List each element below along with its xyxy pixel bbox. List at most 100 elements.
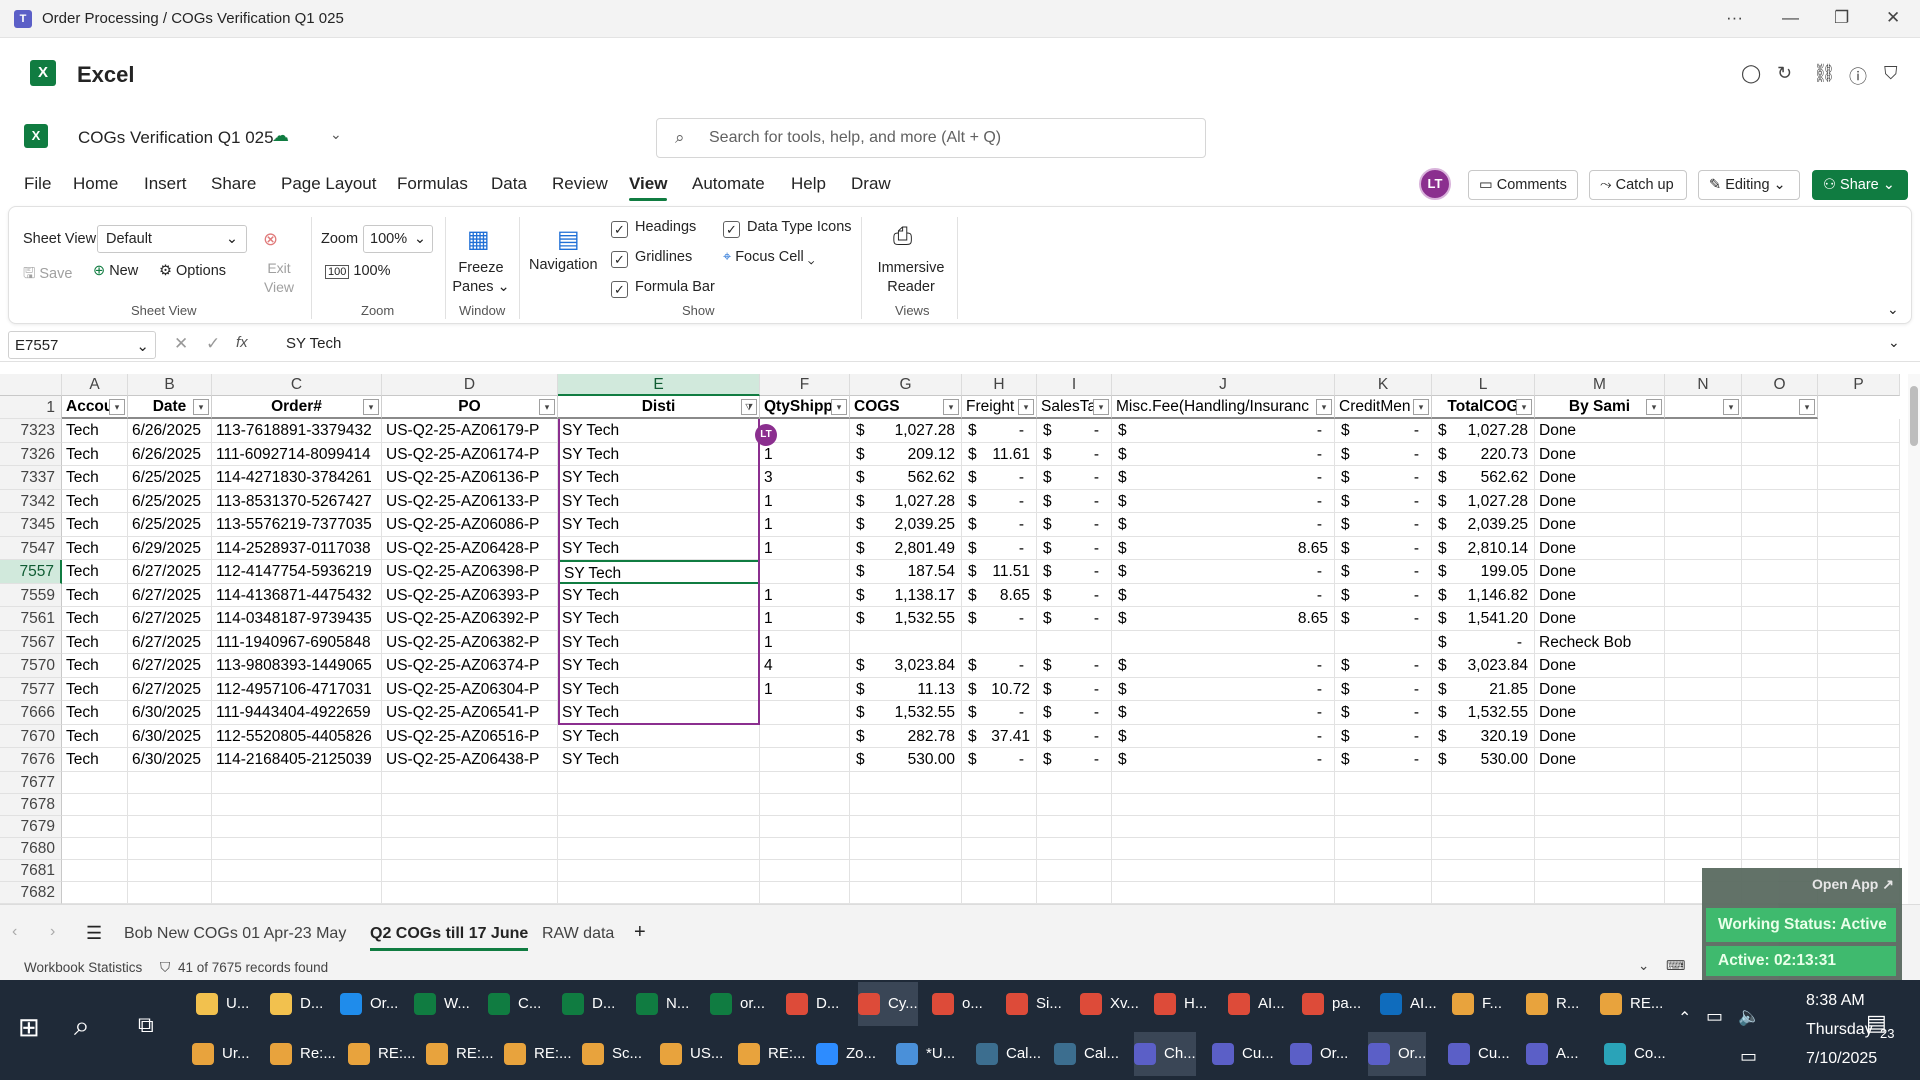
table-cell[interactable]: $ - <box>1112 560 1335 584</box>
table-cell[interactable]: $ - <box>1335 560 1432 584</box>
table-cell[interactable]: Recheck Bob <box>1535 631 1665 654</box>
filter-dropdown-icon[interactable]: ▾ <box>1316 399 1332 415</box>
table-cell[interactable] <box>1432 772 1535 794</box>
table-cell[interactable]: Tech <box>62 678 128 701</box>
table-cell[interactable] <box>1665 654 1742 678</box>
table-cell[interactable]: US-Q2-25-AZ06541-P <box>382 701 558 725</box>
table-cell[interactable] <box>1818 537 1900 560</box>
table-cell[interactable] <box>760 860 850 882</box>
table-cell[interactable]: Tech <box>62 490 128 513</box>
table-cell[interactable]: 1 <box>760 443 850 466</box>
name-box[interactable]: E7557 ⌄ <box>8 331 156 359</box>
close-button[interactable]: ✕ <box>1886 8 1900 28</box>
table-cell[interactable]: SY Tech <box>558 513 760 537</box>
table-cell[interactable]: $ - <box>1037 490 1112 513</box>
sheet-view-dropdown[interactable]: Default ⌄ <box>97 225 247 253</box>
taskbar-app[interactable]: Sc... <box>582 1032 642 1076</box>
table-cell[interactable] <box>1818 838 1900 860</box>
row-header[interactable]: 7567 <box>0 631 62 654</box>
table-cell[interactable]: 1 <box>760 490 850 513</box>
table-cell[interactable]: SY Tech <box>558 537 760 560</box>
menu-review[interactable]: Review <box>552 174 608 194</box>
row-header[interactable]: 7557 <box>0 560 62 584</box>
table-cell[interactable] <box>962 838 1037 860</box>
table-cell[interactable] <box>1665 607 1742 631</box>
table-cell[interactable] <box>558 816 760 838</box>
table-cell[interactable]: $1,532.55 <box>1432 701 1535 725</box>
table-cell[interactable]: US-Q2-25-AZ06398-P <box>382 560 558 584</box>
table-cell[interactable]: 114-4136871-4475432 <box>212 584 382 607</box>
table-cell[interactable] <box>962 860 1037 882</box>
table-cell[interactable] <box>1112 838 1335 860</box>
row-header[interactable]: 7682 <box>0 882 62 904</box>
table-cell[interactable]: 6/27/2025 <box>128 631 212 654</box>
refresh-icon[interactable]: ↻ <box>1777 63 1792 84</box>
table-cell[interactable] <box>128 838 212 860</box>
table-cell[interactable] <box>1665 490 1742 513</box>
table-cell[interactable] <box>1665 537 1742 560</box>
taskbar-app[interactable]: RE:... <box>426 1032 494 1076</box>
table-cell[interactable] <box>760 794 850 816</box>
table-cell[interactable]: $ - <box>1112 678 1335 701</box>
add-sheet-button[interactable]: + <box>634 921 646 944</box>
column-header-m[interactable]: M <box>1535 374 1665 396</box>
table-cell[interactable]: Tech <box>62 748 128 772</box>
menu-data[interactable]: Data <box>491 174 527 194</box>
table-cell[interactable] <box>1742 772 1818 794</box>
table-cell[interactable]: 6/25/2025 <box>128 490 212 513</box>
filter-dropdown-icon[interactable]: ▾ <box>1018 399 1034 415</box>
column-header-n[interactable]: N <box>1665 374 1742 396</box>
table-cell[interactable] <box>1742 748 1818 772</box>
taskbar-app[interactable]: Ch... <box>1134 1032 1196 1076</box>
table-cell[interactable] <box>1818 816 1900 838</box>
table-cell[interactable] <box>1818 607 1900 631</box>
table-cell[interactable]: $562.62 <box>1432 466 1535 490</box>
filter-dropdown-icon[interactable]: ▾ <box>943 399 959 415</box>
table-cell[interactable]: US-Q2-25-AZ06516-P <box>382 725 558 748</box>
table-cell[interactable] <box>1742 725 1818 748</box>
table-cell[interactable]: Done <box>1535 678 1665 701</box>
table-cell[interactable] <box>1818 560 1900 584</box>
table-cell[interactable] <box>1665 678 1742 701</box>
table-cell[interactable]: $ - <box>1432 631 1535 654</box>
table-cell[interactable] <box>382 882 558 904</box>
table-cell[interactable]: $ - <box>1112 701 1335 725</box>
table-cell[interactable] <box>1818 678 1900 701</box>
table-cell[interactable] <box>1037 794 1112 816</box>
taskbar-app[interactable]: RE:... <box>738 1032 806 1076</box>
table-cell[interactable]: $1,027.28 <box>1432 490 1535 513</box>
table-cell[interactable]: 6/26/2025 <box>128 443 212 466</box>
cancel-entry-icon[interactable]: ✕ <box>174 334 188 354</box>
table-cell[interactable]: $ - <box>1335 513 1432 537</box>
table-cell[interactable] <box>382 794 558 816</box>
table-cell[interactable]: $2,039.25 <box>1432 513 1535 537</box>
network-icon[interactable]: ▭ <box>1740 1046 1757 1067</box>
taskbar-app[interactable]: D... <box>270 982 323 1026</box>
column-header-d[interactable]: D <box>382 374 558 396</box>
table-cell[interactable]: $11.51 <box>962 560 1037 584</box>
table-cell[interactable] <box>1335 882 1432 904</box>
table-cell[interactable]: $ - <box>1335 443 1432 466</box>
table-cell[interactable]: $ - <box>962 490 1037 513</box>
table-cell[interactable]: $530.00 <box>850 748 962 772</box>
tray-chevron-icon[interactable]: ⌃ <box>1678 1008 1691 1028</box>
scrollbar-thumb[interactable] <box>1910 386 1918 446</box>
volume-icon[interactable]: 🔈 <box>1738 1006 1760 1027</box>
table-cell[interactable]: Tech <box>62 560 128 584</box>
table-cell[interactable] <box>1818 654 1900 678</box>
menu-draw[interactable]: Draw <box>851 174 891 194</box>
table-cell[interactable] <box>1818 794 1900 816</box>
table-cell[interactable] <box>1665 748 1742 772</box>
table-cell[interactable]: 112-4147754-5936219 <box>212 560 382 584</box>
table-cell[interactable] <box>62 882 128 904</box>
menu-formulas[interactable]: Formulas <box>397 174 468 194</box>
table-cell[interactable]: SY Tech <box>558 560 760 584</box>
filter-dropdown-icon[interactable]: ▾ <box>1723 399 1739 415</box>
freeze-panes-button[interactable]: Freeze Panes ⌄ <box>451 259 511 297</box>
row-header[interactable]: 7547 <box>0 537 62 560</box>
table-cell[interactable]: $ - <box>1335 466 1432 490</box>
chevron-down-icon[interactable]: ⌄ <box>330 126 342 143</box>
table-cell[interactable] <box>382 816 558 838</box>
working-status-button[interactable]: Working Status: Active <box>1706 908 1896 942</box>
table-cell[interactable]: $562.62 <box>850 466 962 490</box>
